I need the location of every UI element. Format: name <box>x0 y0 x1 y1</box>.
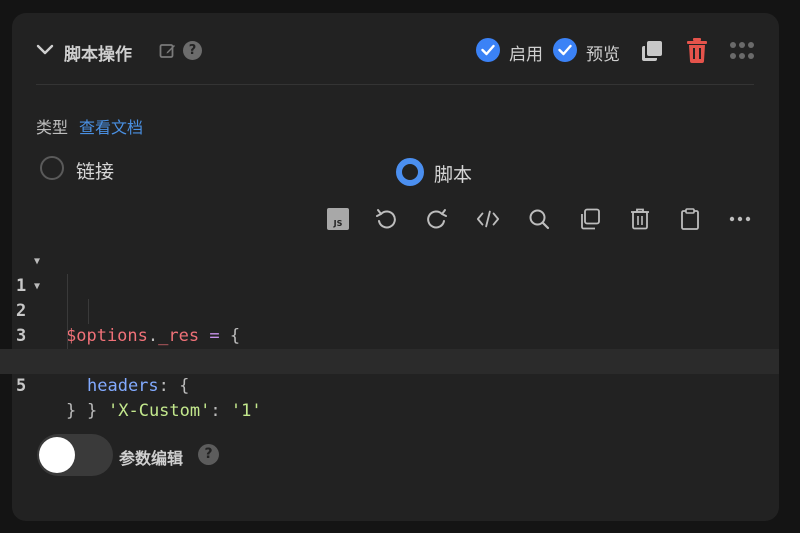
chevron-down-icon[interactable] <box>36 43 54 57</box>
check-icon <box>558 44 572 56</box>
trash-icon[interactable] <box>628 207 652 231</box>
radio-script[interactable] <box>396 158 424 186</box>
token-colon: : <box>158 376 180 396</box>
token-brace: { <box>179 376 190 396</box>
enable-checkbox[interactable] <box>476 38 500 62</box>
header-divider <box>36 84 754 85</box>
code-line[interactable]: 4 } <box>0 324 779 421</box>
code-line-text: headers: { <box>87 374 189 399</box>
line-number: 5 <box>16 376 27 396</box>
redo-icon[interactable] <box>425 207 449 231</box>
undo-icon[interactable] <box>374 207 398 231</box>
indent-guide <box>67 274 68 299</box>
code-line[interactable]: 3 'X-Custom': '1' <box>0 299 779 421</box>
enable-label: 启用 <box>509 45 543 65</box>
clipboard-icon[interactable] <box>678 207 702 231</box>
code-line-text: } <box>66 399 76 424</box>
indent-guide <box>88 299 89 324</box>
toggle-knob <box>39 437 75 473</box>
more-icon[interactable] <box>728 207 752 231</box>
param-edit-toggle[interactable] <box>37 434 113 476</box>
delete-icon[interactable] <box>686 37 708 63</box>
help-icon[interactable]: ? <box>183 41 202 60</box>
code-editor[interactable]: 1 ▼ $options._res = { 2 ▼ headers: { 3 '… <box>0 249 779 421</box>
radio-link-label[interactable]: 链接 <box>76 157 114 184</box>
copy-icon[interactable] <box>578 207 602 231</box>
duplicate-icon[interactable] <box>640 39 664 63</box>
type-label: 类型 <box>36 118 69 137</box>
code-line[interactable]: 2 ▼ headers: { <box>0 274 779 396</box>
preview-checkbox[interactable] <box>553 38 577 62</box>
code-line-text: } <box>87 399 97 424</box>
js-icon[interactable]: JS <box>326 207 350 231</box>
edit-icon[interactable] <box>159 42 176 59</box>
code-line-active[interactable]: 5 } <box>0 349 779 421</box>
search-icon[interactable] <box>527 207 551 231</box>
svg-text:JS: JS <box>333 219 343 228</box>
indent-guide <box>67 324 68 349</box>
panel-title: 脚本操作 <box>64 45 132 65</box>
token-string: '1' <box>230 401 262 421</box>
indent-guide <box>67 299 68 324</box>
script-action-panel: 脚本操作 ? 启用 预览 类型 查看文档 链接 脚本 JS 1 ▼ $optio… <box>0 13 779 521</box>
view-docs-link[interactable]: 查看文档 <box>79 114 143 138</box>
code-icon[interactable] <box>476 207 500 231</box>
radio-link[interactable] <box>40 156 64 180</box>
panel-header: 脚本操作 ? 启用 预览 <box>12 13 779 85</box>
radio-script-label[interactable]: 脚本 <box>434 160 472 187</box>
token-colon: : <box>210 401 231 421</box>
code-line[interactable]: 1 ▼ $options._res = { <box>0 249 779 346</box>
preview-label: 预览 <box>586 45 620 65</box>
code-line-text: 'X-Custom': '1' <box>108 399 262 424</box>
drag-handle-icon[interactable] <box>730 41 754 61</box>
fold-arrow-icon[interactable]: ▼ <box>34 274 40 299</box>
token-brace: } <box>66 401 77 421</box>
param-edit-label: 参数编辑 <box>119 449 184 468</box>
token-string: 'X-Custom' <box>108 401 211 421</box>
token-key: headers <box>87 376 159 396</box>
token-brace: } <box>87 401 98 421</box>
fold-arrow-icon[interactable]: ▼ <box>34 249 40 274</box>
help-icon[interactable]: ? <box>198 444 219 465</box>
check-icon <box>481 44 495 56</box>
